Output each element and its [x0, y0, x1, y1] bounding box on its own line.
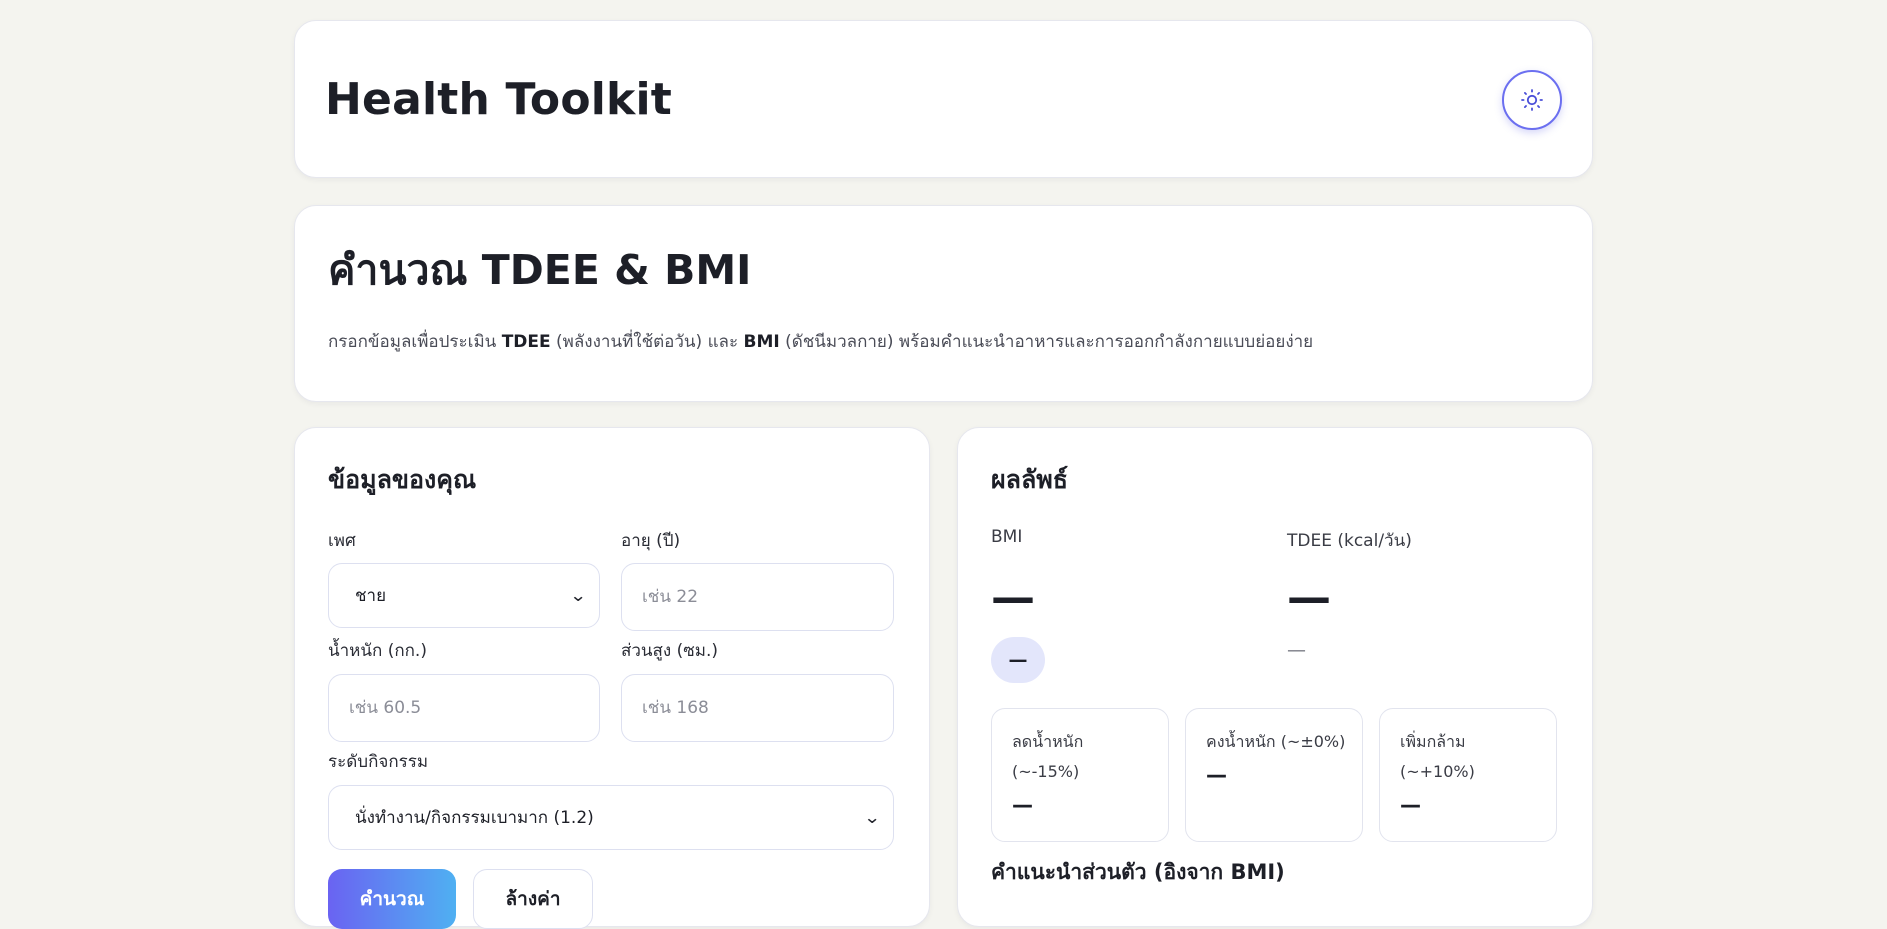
bmi-label: BMI [991, 527, 1023, 547]
activity-select[interactable]: นั่งทำงาน/กิจกรรมเบามาก (1.2) ⌄ [328, 785, 894, 850]
weight-input[interactable] [328, 674, 600, 742]
page-title: คำนวณ TDEE & BMI [328, 246, 752, 294]
form-title: ข้อมูลของคุณ [328, 465, 477, 494]
app-title: Health Toolkit [325, 74, 673, 125]
intro-desc-suffix: (ดัชนีมวลกาย) พร้อมคำแนะนำอาหารและการออก… [779, 332, 1314, 352]
weight-label: น้ำหนัก (กก.) [328, 641, 427, 661]
goal-value: — [1400, 793, 1421, 817]
sex-label: เพศ [328, 531, 356, 551]
activity-label: ระดับกิจกรรม [328, 752, 429, 772]
goal-label: คงน้ำหนัก (~±0%) [1206, 732, 1346, 751]
intro-desc-tdee: TDEE [501, 332, 551, 352]
intro-description: กรอกข้อมูลเพื่อประเมิน TDEE (พลังงานที่ใ… [328, 328, 1313, 355]
chevron-down-icon: ⌄ [569, 585, 587, 606]
sex-select-value: ชาย [355, 586, 387, 606]
goal-value: — [1206, 763, 1227, 787]
intro-desc-bmi: BMI [743, 332, 780, 352]
results-title: ผลลัพธ์ [991, 465, 1069, 494]
chevron-down-icon: ⌄ [863, 807, 881, 828]
tdee-note: — [1287, 639, 1306, 661]
goal-card-lose-weight: ลดน้ำหนัก (~-15%) — [991, 708, 1169, 842]
sun-icon [1521, 89, 1543, 111]
calculate-button[interactable]: คำนวณ [328, 869, 456, 929]
input-form-card: ข้อมูลของคุณ เพศ ชาย ⌄ อายุ (ปี) น้ำหนัก… [294, 427, 930, 929]
bmi-value: — [991, 572, 1035, 623]
goal-value: — [1012, 793, 1033, 817]
app-header: Health Toolkit [294, 20, 1593, 178]
goal-card-gain-muscle: เพิ่มกล้าม (~+10%) — [1379, 708, 1557, 842]
age-label: อายุ (ปี) [621, 531, 681, 551]
advice-title: คำแนะนำส่วนตัว (อิงจาก BMI) [991, 860, 1285, 884]
goal-label: เพิ่มกล้าม (~+10%) [1400, 732, 1475, 781]
intro-desc-prefix: กรอกข้อมูลเพื่อประเมิน [328, 332, 502, 352]
age-input[interactable] [621, 563, 894, 631]
theme-toggle-button[interactable] [1502, 70, 1562, 130]
tdee-label: TDEE (kcal/วัน) [1287, 531, 1412, 551]
goal-card-maintain-weight: คงน้ำหนัก (~±0%) — [1185, 708, 1363, 842]
intro-desc-tdee-expl: (พลังงานที่ใช้ต่อวัน) และ [550, 332, 744, 352]
height-label: ส่วนสูง (ซม.) [621, 641, 719, 661]
activity-select-value: นั่งทำงาน/กิจกรรมเบามาก (1.2) [355, 808, 594, 828]
height-input[interactable] [621, 674, 894, 742]
tdee-value: — [1287, 572, 1331, 623]
results-card: ผลลัพธ์ BMI — — TDEE (kcal/วัน) — — ลดน้… [957, 427, 1593, 927]
reset-button[interactable]: ล้างค่า [473, 869, 593, 929]
intro-card: คำนวณ TDEE & BMI กรอกข้อมูลเพื่อประเมิน … [294, 205, 1593, 402]
sex-select[interactable]: ชาย ⌄ [328, 563, 600, 628]
bmi-category-badge: — [991, 637, 1045, 683]
goal-label: ลดน้ำหนัก (~-15%) [1012, 732, 1084, 781]
